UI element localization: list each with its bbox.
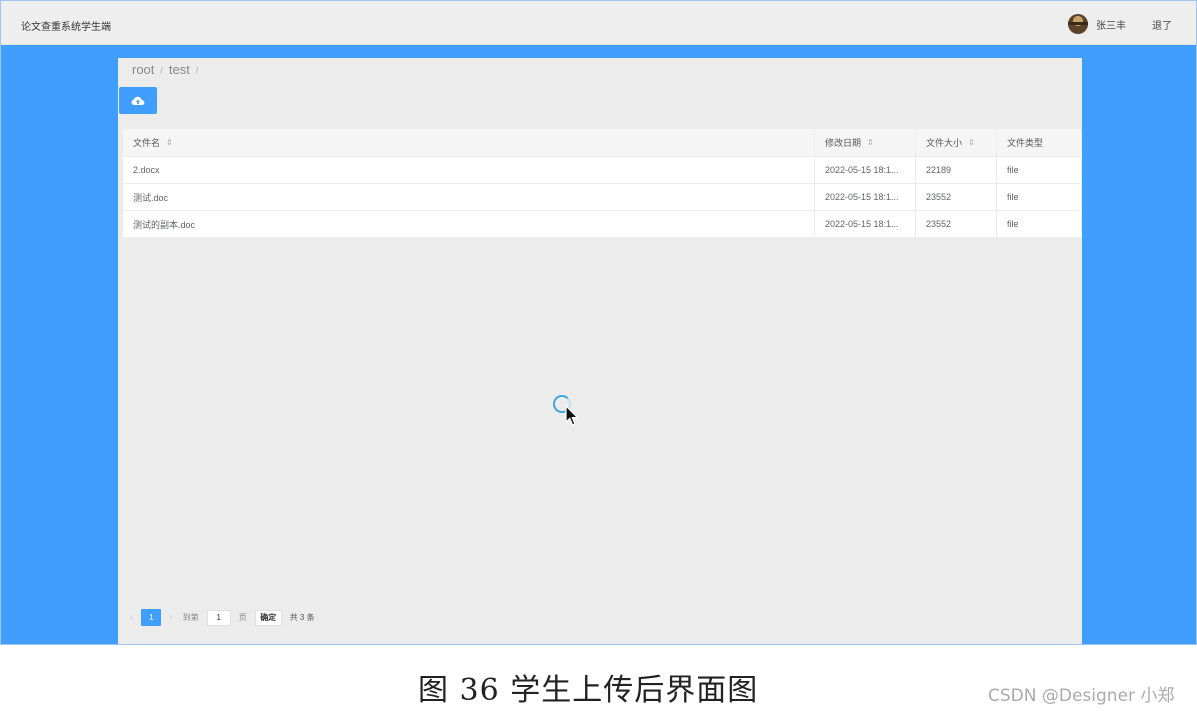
column-header-name[interactable]: 文件名 ⇕ bbox=[123, 129, 815, 156]
prev-page-icon[interactable]: ‹ bbox=[130, 612, 133, 623]
column-header-date[interactable]: 修改日期 ⇕ bbox=[815, 129, 916, 156]
column-header-type: 文件类型 bbox=[997, 129, 1081, 156]
mouse-cursor-icon bbox=[565, 405, 579, 426]
pagination: ‹ 1 › 到第 1 页 确定 共 3 条 bbox=[130, 609, 315, 626]
column-header-size[interactable]: 文件大小 ⇕ bbox=[916, 129, 997, 156]
upload-button[interactable] bbox=[119, 87, 157, 114]
app-title: 论文查重系统学生端 bbox=[21, 22, 111, 33]
confirm-button[interactable]: 确定 bbox=[254, 609, 282, 626]
user-area: 张三丰 退了 bbox=[1068, 13, 1172, 35]
file-size-cell: 23552 bbox=[916, 184, 997, 210]
breadcrumb-separator: / bbox=[160, 64, 163, 75]
file-name-cell[interactable]: 测试.doc bbox=[123, 184, 815, 210]
breadcrumb-separator: / bbox=[195, 64, 199, 75]
file-name-cell[interactable]: 测试的副本.doc bbox=[123, 211, 815, 237]
file-size-cell: 23552 bbox=[916, 211, 997, 237]
file-type-cell: file bbox=[1007, 192, 1019, 202]
table-row[interactable]: 测试的副本.doc 2022-05-15 18:1... 23552 file bbox=[123, 211, 1081, 238]
page-unit-label: 页 bbox=[238, 613, 247, 622]
cloud-upload-icon bbox=[131, 96, 145, 105]
sort-icon[interactable]: ⇕ bbox=[968, 138, 975, 147]
watermark: CSDN @Designer 小郑 bbox=[988, 686, 1175, 706]
file-type-cell: file bbox=[1007, 219, 1019, 229]
page-number-current[interactable]: 1 bbox=[141, 609, 162, 626]
sort-icon[interactable]: ⇕ bbox=[867, 138, 874, 147]
goto-label: 到第 bbox=[182, 613, 199, 622]
breadcrumb: root / test / bbox=[132, 62, 204, 77]
next-page-icon[interactable]: › bbox=[169, 612, 172, 623]
breadcrumb-item-test[interactable]: test bbox=[169, 62, 190, 77]
username[interactable]: 张三丰 bbox=[1096, 17, 1126, 32]
avatar[interactable] bbox=[1068, 14, 1088, 34]
table-row[interactable]: 测试.doc 2022-05-15 18:1... 23552 file bbox=[123, 184, 1081, 211]
file-table: 文件名 ⇕ 修改日期 ⇕ 文件大小 ⇕ 文件类型 2.docx 2022-05-15 … bbox=[123, 129, 1081, 238]
table-header-row: 文件名 ⇕ 修改日期 ⇕ 文件大小 ⇕ 文件类型 bbox=[123, 129, 1081, 157]
total-count: 共 3 条 bbox=[289, 613, 315, 622]
column-header-label: 文件大小 bbox=[926, 138, 963, 148]
column-header-label: 文件类型 bbox=[1007, 138, 1044, 148]
file-size-cell: 22189 bbox=[916, 157, 997, 183]
file-browser-panel: root / test / 文件名 ⇕ 修改日期 ⇕ 文件大小 ⇕ 文件类型 2.do… bbox=[118, 58, 1082, 644]
app-screen: 论文查重系统学生端 张三丰 退了 root / test / 文件名 ⇕ 修改日期… bbox=[0, 0, 1197, 645]
file-date-cell: 2022-05-15 18:1... bbox=[815, 211, 916, 237]
figure-caption: 图 36 学生上传后界面图 bbox=[418, 673, 759, 708]
file-type-cell: file bbox=[1007, 165, 1019, 175]
logout-link[interactable]: 退了 bbox=[1152, 17, 1172, 32]
table-row[interactable]: 2.docx 2022-05-15 18:1... 22189 file bbox=[123, 157, 1081, 184]
top-navbar: 论文查重系统学生端 张三丰 退了 bbox=[1, 1, 1196, 45]
breadcrumb-item-root[interactable]: root bbox=[132, 62, 154, 77]
file-date-cell: 2022-05-15 18:1... bbox=[815, 157, 916, 183]
column-header-label: 文件名 bbox=[133, 138, 161, 148]
file-date-cell: 2022-05-15 18:1... bbox=[815, 184, 916, 210]
sort-icon[interactable]: ⇕ bbox=[166, 138, 173, 147]
goto-page-input[interactable]: 1 bbox=[206, 609, 231, 626]
file-name-cell[interactable]: 2.docx bbox=[123, 157, 815, 183]
column-header-label: 修改日期 bbox=[825, 138, 862, 148]
